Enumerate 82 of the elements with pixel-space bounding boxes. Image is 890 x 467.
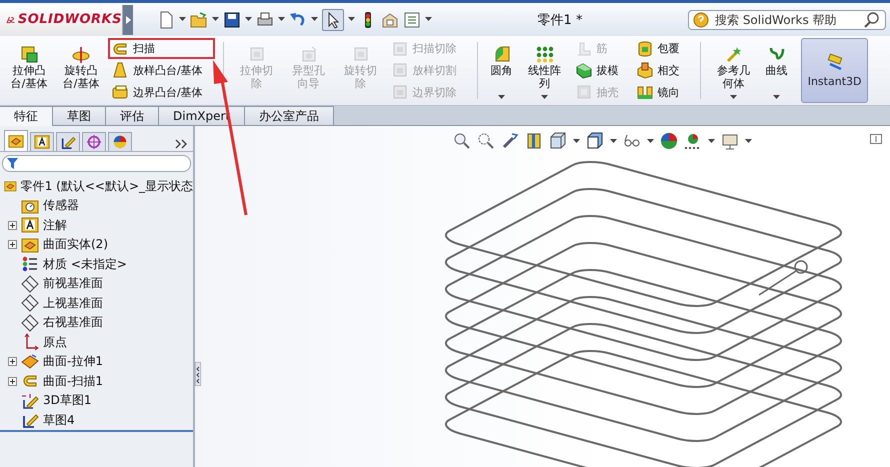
zoom-area-icon[interactable] — [477, 132, 495, 150]
tree-item[interactable]: 前视基准面 — [43, 275, 103, 292]
caret-icon[interactable] — [745, 138, 752, 144]
caret-icon[interactable] — [541, 95, 548, 100]
ribbon-button[interactable]: 拉伸凸台/基体 — [4, 38, 54, 103]
caret-icon[interactable] — [610, 138, 617, 144]
panel-collapse-icon[interactable] — [195, 362, 201, 386]
tab[interactable]: 办公室产品 — [244, 106, 334, 125]
caret-icon[interactable] — [212, 17, 219, 22]
plane-icon — [21, 314, 39, 332]
tree-item[interactable]: 曲面-扫描1 — [43, 372, 103, 390]
tree-item[interactable]: 右视基准面 — [43, 314, 103, 332]
ribbon-button[interactable]: 参考几何体 — [708, 38, 759, 103]
undo-icon[interactable] — [289, 10, 307, 28]
panel-tab[interactable] — [4, 130, 28, 152]
ribbon-button[interactable]: 旋转凸台/基体 — [56, 38, 106, 103]
caret-icon[interactable] — [773, 95, 780, 100]
tree-item[interactable]: 上视基准面 — [43, 294, 103, 312]
ribbon-button[interactable]: 扫描 — [108, 38, 215, 60]
list-icon[interactable] — [403, 10, 421, 28]
crosshair-icon — [86, 134, 102, 150]
tree-item[interactable]: 零件1 (默认<<默认>_显示状态 — [20, 178, 193, 195]
tab[interactable]: 草图 — [52, 106, 106, 125]
caret-icon[interactable] — [573, 138, 580, 144]
ribbon-button[interactable]: 边界凸台/基体 — [108, 82, 215, 103]
ribbon-button[interactable]: 圆角 — [486, 38, 518, 103]
plane-icon — [21, 294, 39, 312]
zoom-fit-icon[interactable] — [453, 132, 471, 150]
ribbon-button[interactable]: 曲线 — [760, 38, 793, 103]
save-icon[interactable] — [223, 10, 241, 28]
ribbon-button[interactable]: 线性阵列 — [520, 38, 570, 103]
search-field[interactable]: 搜索 SolidWorks 帮助 — [688, 10, 886, 30]
help-icon — [693, 12, 709, 28]
tree-item[interactable]: 传感器 — [43, 197, 79, 214]
tree-item[interactable]: 3D草图1 — [43, 392, 92, 410]
caret-icon[interactable] — [730, 95, 738, 100]
caret-icon[interactable] — [179, 17, 186, 22]
ribbon-button[interactable]: 镜向 — [632, 82, 692, 103]
annotation-icon — [21, 216, 39, 234]
wrap-icon — [636, 40, 654, 58]
filter-icon — [7, 158, 18, 169]
sketch3d-icon — [21, 392, 39, 410]
caret-icon[interactable] — [708, 138, 715, 144]
tree-item[interactable]: 原点 — [43, 334, 67, 351]
viewport-split-icon[interactable] — [870, 134, 882, 144]
draft-icon — [574, 61, 593, 80]
tree-item[interactable]: 材质 <未指定> — [43, 256, 127, 273]
tab[interactable]: 特征 — [0, 106, 53, 126]
expand-icon[interactable] — [8, 220, 17, 230]
tab[interactable]: 评估 — [105, 106, 159, 125]
filter-field[interactable] — [2, 155, 191, 172]
search-icon[interactable] — [863, 12, 881, 28]
revolve-icon — [72, 45, 90, 63]
open-folder-icon[interactable] — [190, 10, 208, 28]
tree-item[interactable]: 曲面-拉伸1 — [43, 353, 103, 370]
printer-icon[interactable] — [256, 10, 274, 28]
caret-icon[interactable] — [647, 138, 654, 144]
plane-icon — [21, 274, 39, 293]
panel-tab[interactable] — [30, 132, 54, 152]
color-wheel-icon — [112, 134, 128, 150]
tree-item[interactable]: 草图4 — [43, 412, 75, 429]
instant3d-button[interactable]: Instant3D — [800, 38, 868, 103]
caret-icon[interactable] — [245, 17, 252, 22]
ribbon-button[interactable]: 包覆 — [632, 38, 692, 60]
expand-icon[interactable] — [8, 357, 17, 366]
app-logo-text: SOLIDWORKS — [18, 12, 122, 27]
expand-icon[interactable] — [8, 240, 17, 250]
expand-icon[interactable] — [8, 376, 17, 386]
ribbon-button[interactable]: 放样凸台/基体 — [108, 60, 215, 81]
extrude-icon — [20, 45, 38, 63]
panel-tab[interactable] — [56, 132, 80, 152]
tree-item[interactable]: 注解 — [43, 216, 67, 234]
caret-icon[interactable] — [278, 17, 285, 22]
tree-item[interactable]: 曲面实体(2) — [43, 236, 108, 254]
ribbon-button[interactable]: 拔模 — [572, 60, 631, 81]
caret-icon[interactable] — [498, 95, 506, 100]
window-title: 零件1 * — [536, 12, 584, 28]
caret-icon[interactable] — [348, 17, 355, 22]
caret-icon[interactable] — [425, 17, 432, 22]
caret-icon[interactable] — [311, 17, 318, 22]
material-icon — [21, 255, 39, 274]
ribbon-button[interactable]: 相交 — [632, 60, 692, 81]
